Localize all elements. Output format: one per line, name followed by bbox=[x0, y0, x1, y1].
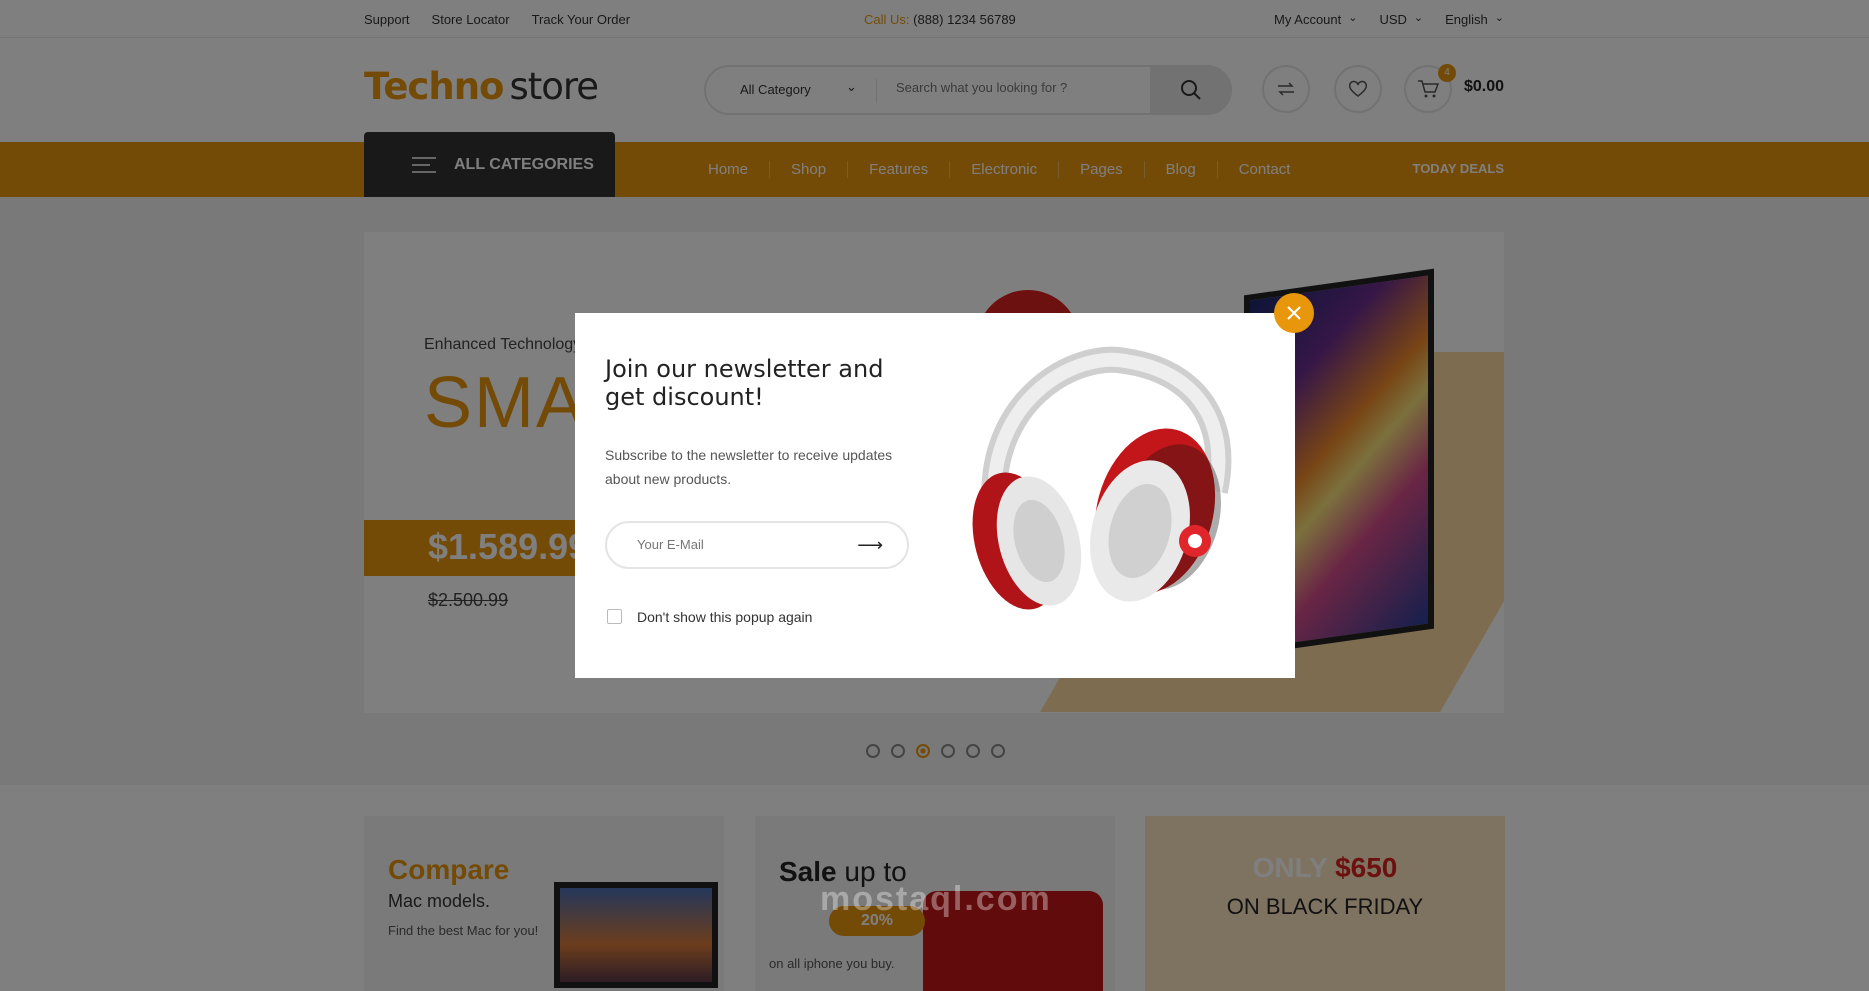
subscribe-arrow-button[interactable]: ⟶ bbox=[857, 535, 883, 556]
headphones-image bbox=[972, 346, 1232, 610]
newsletter-popup: Join our newsletter and get discount! Su… bbox=[575, 313, 1295, 678]
popup-description: Subscribe to the newsletter to receive u… bbox=[605, 447, 893, 487]
dont-show-checkbox[interactable] bbox=[607, 609, 622, 624]
email-field-wrapper: ⟶ bbox=[605, 521, 909, 569]
popup-title: Join our newsletter and get discount! bbox=[605, 355, 884, 411]
close-icon bbox=[1287, 306, 1301, 320]
watermark: mostaql.com bbox=[820, 880, 1052, 918]
close-popup-button[interactable] bbox=[1274, 293, 1314, 333]
dont-show-label[interactable]: Don't show this popup again bbox=[637, 609, 812, 625]
email-field[interactable] bbox=[637, 537, 837, 552]
